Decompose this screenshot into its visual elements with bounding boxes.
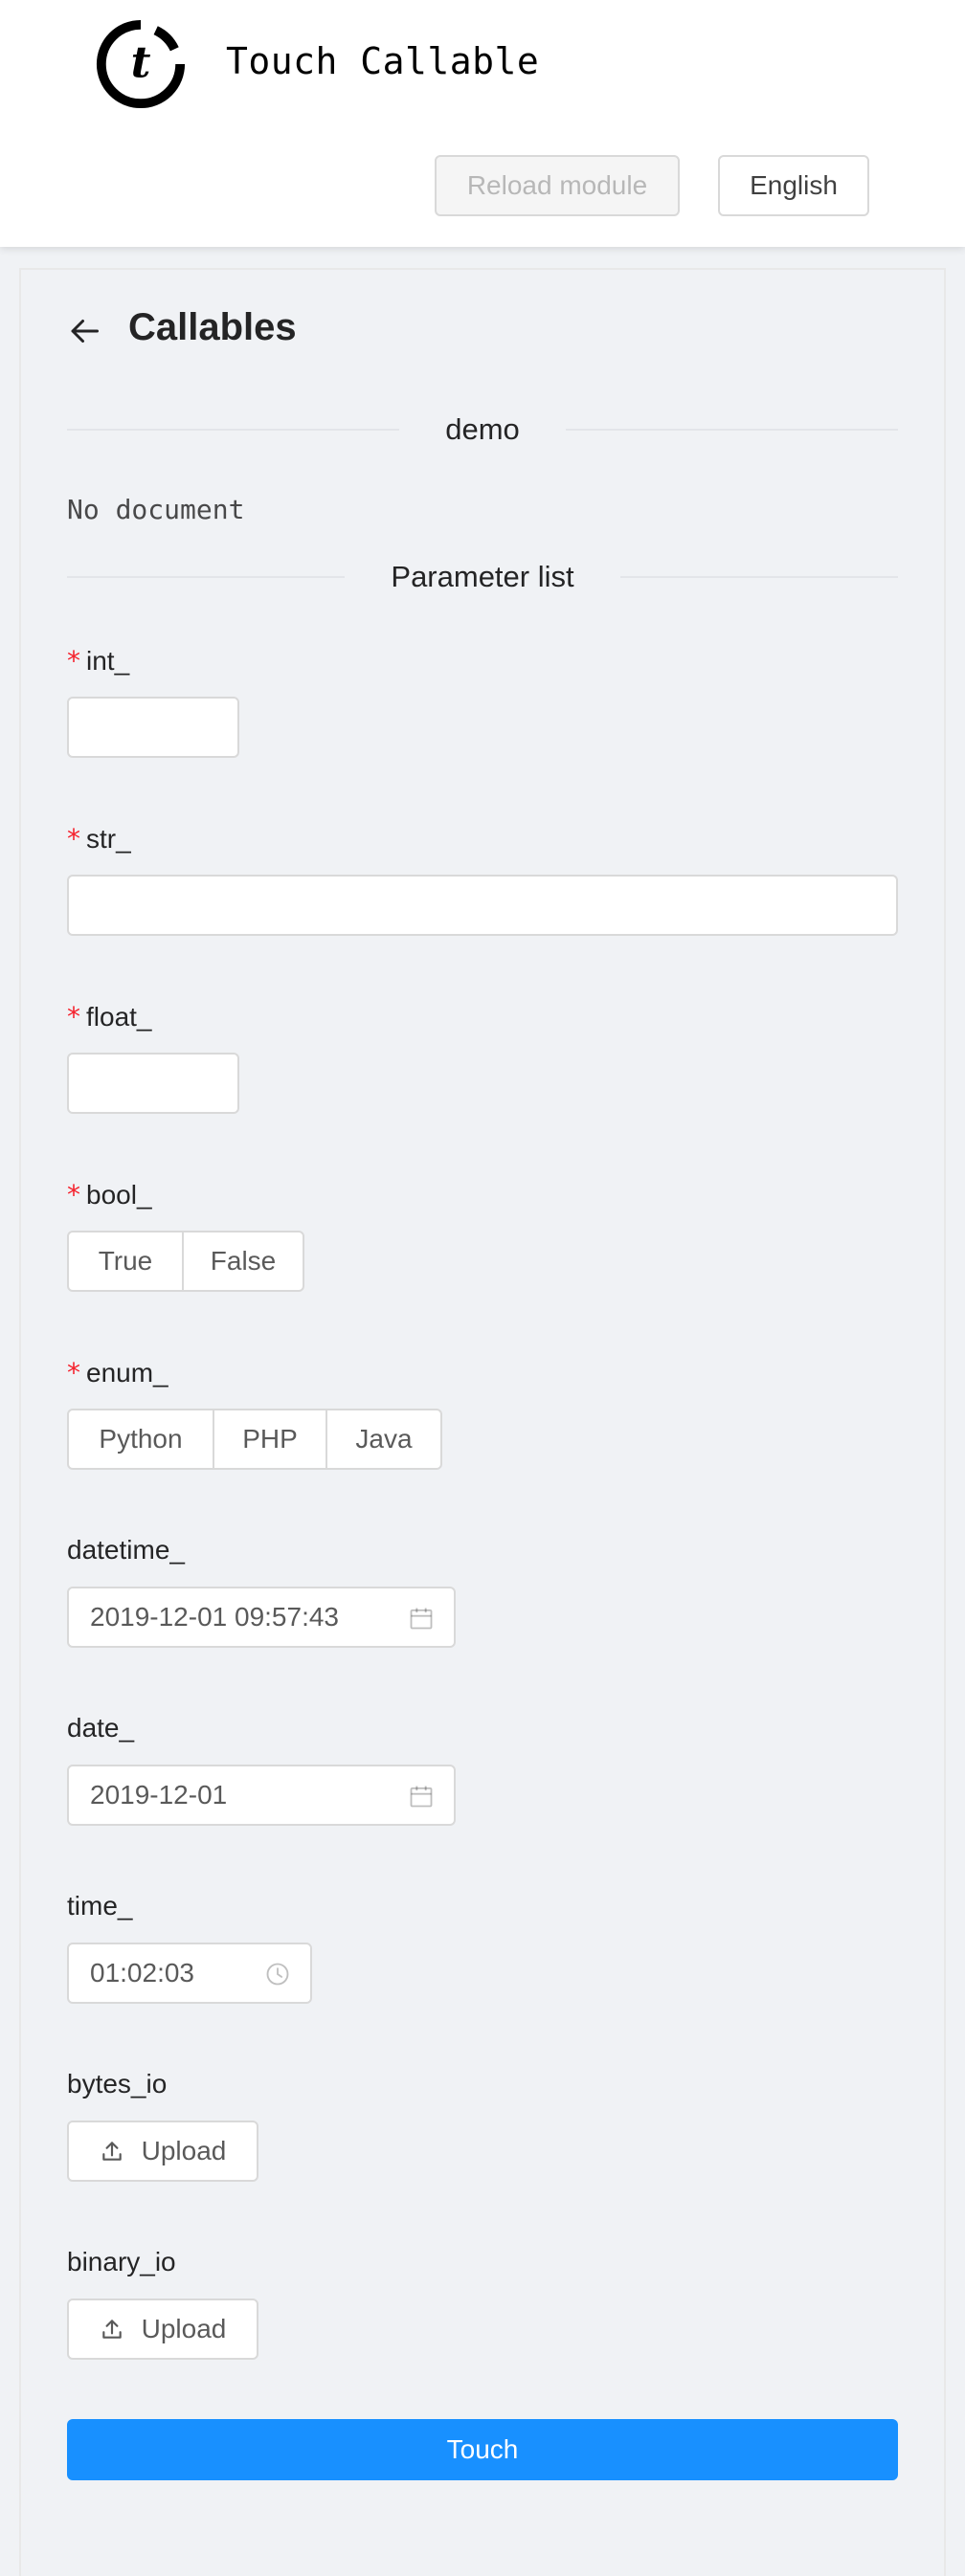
callable-name-divider: demo [67,412,899,446]
required-mark: * [67,1179,80,1210]
int-label-text: int_ [86,646,130,676]
touch-button[interactable]: Touch [67,2419,898,2480]
time-picker[interactable]: 01:02:03 [67,1943,312,2004]
required-mark: * [67,645,80,677]
date-picker[interactable]: 2019-12-01 [67,1765,456,1826]
upload-icon [101,2320,122,2339]
parameter-list-divider: Parameter list [67,560,899,593]
bool-radio-group: True False [67,1231,304,1292]
datetime-picker[interactable]: 2019-12-01 09:57:43 [67,1587,456,1648]
clock-icon [266,1963,289,1986]
callable-card: Callables demo No document Parameter lis… [19,268,946,2576]
bool-option-false[interactable]: False [182,1231,304,1292]
required-mark: * [67,1001,80,1033]
calendar-icon [410,1786,433,1808]
reload-module-button[interactable]: Reload module [435,155,680,216]
bool-label-text: bool_ [86,1180,152,1210]
datetime-label: datetime_ [67,1535,185,1565]
str-input[interactable] [67,875,898,936]
int-input[interactable] [67,697,239,758]
enum-option-python[interactable]: Python [67,1409,214,1470]
str-label-text: str_ [86,824,131,854]
required-mark: * [67,1357,80,1388]
float-label-text: float_ [86,1002,152,1032]
language-button[interactable]: English [718,155,869,216]
bytes-io-label: bytes_io [67,2069,168,2099]
date-value: 2019-12-01 [90,1780,228,1810]
callable-document: No document [67,494,245,525]
callable-name: demo [445,412,520,446]
required-mark: * [67,823,80,855]
binary-io-upload-button[interactable]: Upload [67,2298,258,2360]
page-title: Callables [128,306,297,348]
app-header: t Touch Callable Reload module English [0,0,965,247]
date-label: date_ [67,1713,135,1743]
arrow-left-icon[interactable] [67,314,101,348]
bool-label: * bool_ [67,1179,152,1210]
parameter-list-title: Parameter list [391,560,574,593]
float-label: * float_ [67,1001,152,1033]
int-label: * int_ [67,645,129,677]
binary-io-label: binary_io [67,2247,176,2276]
calendar-icon [410,1608,433,1630]
str-label: * str_ [67,823,131,855]
enum-label-text: enum_ [86,1358,168,1388]
float-input[interactable] [67,1053,239,1114]
bool-option-true[interactable]: True [67,1231,184,1292]
enum-option-java[interactable]: Java [325,1409,442,1470]
enum-label: * enum_ [67,1357,168,1388]
app-title: Touch Callable [226,40,540,82]
svg-text:t: t [131,37,151,88]
upload-icon [101,2142,122,2161]
time-value: 01:02:03 [90,1958,194,1988]
time-label: time_ [67,1891,133,1921]
upload-label: Upload [141,2314,227,2343]
upload-label: Upload [141,2136,227,2165]
datetime-value: 2019-12-01 09:57:43 [90,1602,339,1632]
enum-radio-group: Python PHP Java [67,1409,442,1470]
touch-callable-logo: t [96,19,186,109]
bytes-io-upload-button[interactable]: Upload [67,2121,258,2182]
enum-option-php[interactable]: PHP [213,1409,327,1470]
